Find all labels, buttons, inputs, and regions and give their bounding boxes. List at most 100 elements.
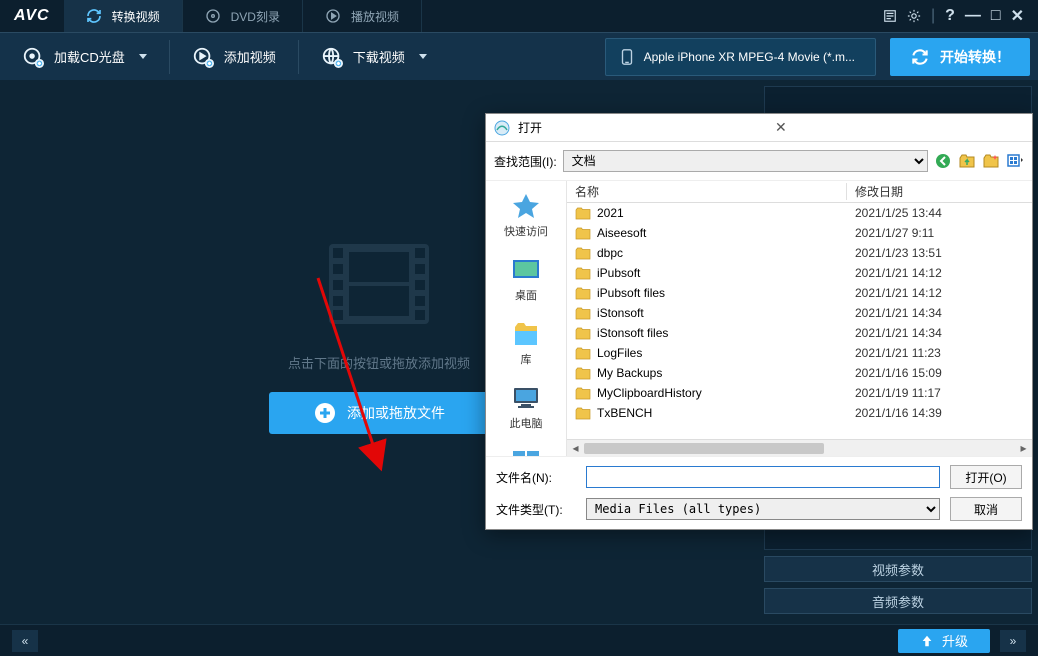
minimize-icon[interactable]: — <box>965 7 981 25</box>
refresh-icon <box>86 8 102 24</box>
add-video-button[interactable]: 添加视频 <box>178 37 290 77</box>
horizontal-scrollbar[interactable]: ◂ ▸ <box>567 439 1032 456</box>
column-name[interactable]: 名称 <box>567 183 847 200</box>
video-params-button[interactable]: 视频参数 <box>764 556 1032 582</box>
divider: | <box>931 7 935 25</box>
filetype-select[interactable]: Media Files (all types) <box>586 498 940 520</box>
filetype-label: 文件类型(T): <box>496 501 576 518</box>
places-bar: 快速访问 桌面 库 此电脑 网络 <box>486 181 566 456</box>
new-folder-icon[interactable] <box>982 152 1000 170</box>
filmstrip-icon <box>319 234 439 334</box>
settings-icon[interactable] <box>907 9 921 23</box>
plus-circle-icon <box>313 401 337 425</box>
folder-icon <box>575 367 591 380</box>
add-files-button[interactable]: 添加或拖放文件 <box>269 392 489 434</box>
globe-plus-icon <box>321 46 343 68</box>
file-date: 2021/1/23 13:51 <box>847 246 1032 260</box>
scroll-right-icon[interactable]: ▸ <box>1015 441 1032 456</box>
file-name: My Backups <box>597 366 662 380</box>
filename-input[interactable] <box>586 466 940 488</box>
look-in-select[interactable]: 文档 <box>563 150 928 172</box>
file-row[interactable]: iPubsoft files2021/1/21 14:12 <box>567 283 1032 303</box>
column-date[interactable]: 修改日期 <box>847 183 1032 200</box>
folder-icon <box>575 287 591 300</box>
file-name: iStonsoft <box>597 306 644 320</box>
help-icon[interactable]: ? <box>945 7 955 25</box>
file-row[interactable]: 2021 2021/1/25 13:44 <box>567 203 1032 223</box>
file-row[interactable]: dbpc 2021/1/23 13:51 <box>567 243 1032 263</box>
file-date: 2021/1/21 11:23 <box>847 346 1032 360</box>
place-this-pc[interactable]: 此电脑 <box>491 379 561 439</box>
collapse-left-button[interactable]: « <box>12 630 38 652</box>
file-name: dbpc <box>597 246 623 260</box>
collapse-right-button[interactable]: » <box>1000 630 1026 652</box>
download-video-button[interactable]: 下载视频 <box>307 37 441 77</box>
add-tip: 点击下面的按钮或拖放添加视频 <box>269 353 489 372</box>
tab-play[interactable]: 播放视频 <box>303 0 422 32</box>
file-name: iStonsoft files <box>597 326 668 340</box>
folder-icon <box>575 327 591 340</box>
file-row[interactable]: iStonsoft2021/1/21 14:34 <box>567 303 1032 323</box>
open-file-dialog: 打开 ✕ 查找范围(I): 文档 快速访问 桌面 库 此电脑 <box>485 113 1033 530</box>
file-name: TxBENCH <box>597 406 652 420</box>
file-date: 2021/1/19 11:17 <box>847 386 1032 400</box>
file-row[interactable]: Aiseesoft 2021/1/27 9:11 <box>567 223 1032 243</box>
place-desktop[interactable]: 桌面 <box>491 251 561 311</box>
output-format-select[interactable]: Apple iPhone XR MPEG-4 Movie (*.m... <box>605 38 876 76</box>
file-date: 2021/1/25 13:44 <box>847 206 1032 220</box>
up-folder-icon[interactable] <box>958 152 976 170</box>
view-menu-icon[interactable] <box>1006 152 1024 170</box>
back-icon[interactable] <box>934 152 952 170</box>
folder-icon <box>575 247 591 260</box>
cancel-button[interactable]: 取消 <box>950 497 1022 521</box>
place-library[interactable]: 库 <box>491 315 561 375</box>
scroll-thumb[interactable] <box>584 443 824 454</box>
file-name: iPubsoft files <box>597 286 665 300</box>
file-row[interactable]: iPubsoft 2021/1/21 14:12 <box>567 263 1032 283</box>
folder-icon <box>575 347 591 360</box>
play-icon <box>325 8 341 24</box>
file-row[interactable]: iStonsoft files 2021/1/21 14:34 <box>567 323 1032 343</box>
file-row[interactable]: MyClipboardHistory2021/1/19 11:17 <box>567 383 1032 403</box>
file-date: 2021/1/16 15:09 <box>847 366 1032 380</box>
dialog-close-icon[interactable]: ✕ <box>775 119 1024 136</box>
look-in-label: 查找范围(I): <box>494 153 557 170</box>
file-date: 2021/1/21 14:34 <box>847 326 1032 340</box>
place-quick-access[interactable]: 快速访问 <box>491 187 561 247</box>
maximize-icon[interactable]: □ <box>991 7 1001 25</box>
place-network[interactable]: 网络 <box>491 443 561 456</box>
file-date: 2021/1/16 14:39 <box>847 406 1032 420</box>
folder-icon <box>575 207 591 220</box>
file-name: Aiseesoft <box>597 226 646 240</box>
file-date: 2021/1/27 9:11 <box>847 226 1032 240</box>
phone-icon <box>618 48 636 66</box>
chevron-down-icon <box>419 54 427 59</box>
folder-icon <box>575 387 591 400</box>
cd-plus-icon <box>22 46 44 68</box>
convert-icon <box>910 47 930 67</box>
file-row[interactable]: TxBENCH 2021/1/16 14:39 <box>567 403 1032 423</box>
up-arrow-icon <box>920 634 934 648</box>
open-button[interactable]: 打开(O) <box>950 465 1022 489</box>
audio-params-button[interactable]: 音频参数 <box>764 588 1032 614</box>
file-name: iPubsoft <box>597 266 640 280</box>
folder-icon <box>575 307 591 320</box>
start-convert-button[interactable]: 开始转换！ <box>890 38 1030 76</box>
close-icon[interactable]: ✕ <box>1011 6 1024 26</box>
load-cd-button[interactable]: 加载CD光盘 <box>8 37 161 77</box>
form-icon[interactable] <box>883 9 897 23</box>
file-date: 2021/1/21 14:12 <box>847 266 1032 280</box>
file-row[interactable]: LogFiles 2021/1/21 11:23 <box>567 343 1032 363</box>
dialog-title: 打开 <box>518 119 767 136</box>
file-row[interactable]: My Backups 2021/1/16 15:09 <box>567 363 1032 383</box>
upgrade-button[interactable]: 升级 <box>898 629 990 653</box>
file-name: LogFiles <box>597 346 642 360</box>
tab-convert[interactable]: 转换视频 <box>64 0 183 32</box>
filename-label: 文件名(N): <box>496 469 576 486</box>
disc-icon <box>205 8 221 24</box>
app-small-icon <box>494 120 510 136</box>
folder-icon <box>575 407 591 420</box>
scroll-left-icon[interactable]: ◂ <box>567 441 584 456</box>
tab-dvd[interactable]: DVD刻录 <box>183 0 303 32</box>
file-name: 2021 <box>597 206 624 220</box>
